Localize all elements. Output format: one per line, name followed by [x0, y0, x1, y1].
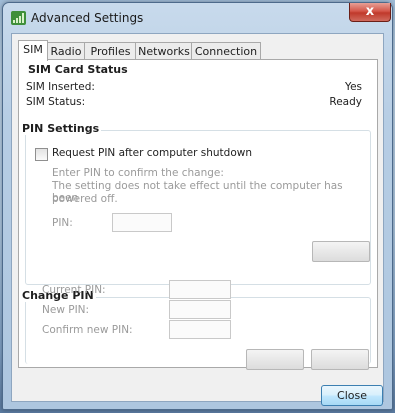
- sim-status-label: SIM Status:: [26, 96, 86, 108]
- tab-connection[interactable]: Connection: [191, 42, 261, 60]
- request-pin-checkbox[interactable]: [35, 148, 48, 161]
- new-pin-input[interactable]: [169, 300, 231, 319]
- title-bar[interactable]: Advanced Settings x: [3, 3, 392, 33]
- sim-card-status-group: SIM Card Status SIM Inserted: Yes SIM St…: [25, 63, 371, 112]
- sim-card-status-heading: SIM Card Status: [26, 63, 130, 76]
- sim-inserted-label: SIM Inserted:: [26, 81, 95, 93]
- close-icon: x: [365, 4, 375, 19]
- sim-inserted-value: Yes: [345, 81, 362, 93]
- request-pin-label[interactable]: Request PIN after computer shutdown: [52, 147, 252, 159]
- change-pin-apply-button[interactable]: [311, 349, 369, 370]
- current-pin-label: Current PIN:: [42, 284, 106, 296]
- pin-label: PIN:: [52, 217, 73, 229]
- close-button[interactable]: Close: [321, 385, 383, 406]
- window-title: Advanced Settings: [31, 11, 144, 25]
- pin-info-line-3: powered off.: [52, 193, 118, 205]
- current-pin-input[interactable]: [169, 280, 231, 299]
- dialog-client-area: SIM Radio Profiles Networks Connection S…: [11, 33, 384, 402]
- tab-networks[interactable]: Networks: [135, 42, 193, 60]
- pin-input[interactable]: [112, 213, 172, 232]
- tab-radio[interactable]: Radio: [46, 42, 86, 60]
- change-pin-cancel-button[interactable]: [246, 349, 304, 370]
- pin-settings-group: PIN Settings Request PIN after computer …: [20, 122, 371, 285]
- tab-profiles[interactable]: Profiles: [84, 42, 137, 60]
- window-close-button[interactable]: x: [349, 3, 391, 22]
- sim-status-value: Ready: [329, 96, 362, 108]
- new-pin-label: New PIN:: [42, 304, 90, 316]
- pin-settings-heading: PIN Settings: [20, 122, 102, 135]
- confirm-pin-label: Confirm new PIN:: [42, 324, 133, 336]
- confirm-pin-input[interactable]: [169, 320, 231, 339]
- pin-info-line-1: Enter PIN to confirm the change:: [52, 167, 224, 179]
- signal-bars-icon: [11, 11, 26, 25]
- pin-apply-button[interactable]: [312, 241, 370, 262]
- tab-sim[interactable]: SIM: [18, 40, 48, 61]
